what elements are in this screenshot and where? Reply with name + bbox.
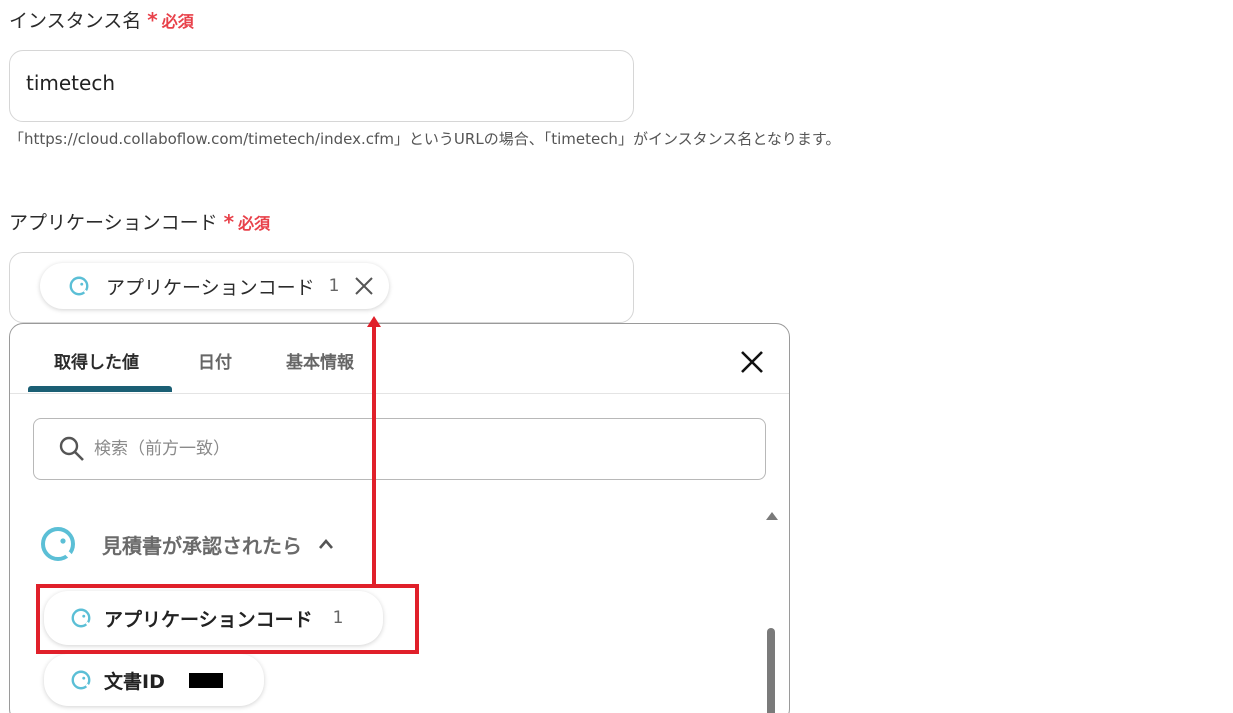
highlight-box bbox=[36, 584, 419, 654]
tab-date[interactable]: 日付 bbox=[198, 348, 232, 373]
group-label: 見積書が承認されたら bbox=[102, 533, 302, 558]
node-icon bbox=[69, 276, 90, 296]
search-icon bbox=[59, 436, 84, 461]
instance-name-help: 「https://cloud.collaboflow.com/timetech/… bbox=[9, 130, 841, 148]
search-input[interactable] bbox=[94, 439, 694, 459]
redacted-value bbox=[189, 673, 223, 688]
required-badge: 必須 bbox=[161, 11, 194, 31]
scroll-up-arrow-icon[interactable] bbox=[766, 512, 778, 520]
instance-name-label: インスタンス名 * 必須 bbox=[9, 6, 194, 33]
search-box[interactable] bbox=[33, 418, 766, 480]
chevron-up-icon[interactable] bbox=[316, 534, 336, 554]
chip-count: 1 bbox=[328, 276, 340, 296]
node-icon bbox=[41, 527, 76, 562]
instance-name-input[interactable]: timetech bbox=[9, 50, 634, 122]
chip-label: アプリケーションコード bbox=[106, 276, 315, 299]
highlight-arrow-line bbox=[372, 326, 376, 584]
highlight-arrow-head-icon bbox=[367, 316, 381, 327]
tab-basic-info[interactable]: 基本情報 bbox=[286, 348, 354, 373]
active-tab-indicator bbox=[28, 386, 172, 392]
instance-name-value[interactable]: timetech bbox=[26, 71, 115, 95]
tab-acquired-values[interactable]: 取得した値 bbox=[54, 348, 139, 373]
scroll-thumb[interactable] bbox=[767, 628, 775, 713]
required-badge: 必須 bbox=[238, 213, 271, 233]
instance-name-label-text: インスタンス名 bbox=[9, 10, 142, 32]
node-icon bbox=[71, 670, 92, 690]
required-star-icon: * bbox=[223, 209, 235, 234]
application-code-value-chip[interactable]: アプリケーションコード 1 bbox=[40, 263, 390, 309]
scrollbar[interactable] bbox=[762, 510, 778, 713]
picker-item-document-id[interactable]: 文書ID bbox=[44, 654, 264, 706]
remove-chip-icon[interactable] bbox=[353, 275, 375, 297]
application-code-label-text: アプリケーションコード bbox=[9, 212, 218, 234]
picker-item-label: 文書ID bbox=[104, 670, 165, 693]
required-star-icon: * bbox=[147, 7, 158, 32]
trigger-group-header[interactable]: 見積書が承認されたら bbox=[38, 524, 336, 564]
application-code-label: アプリケーションコード * 必須 bbox=[9, 208, 270, 235]
close-icon[interactable] bbox=[738, 348, 766, 376]
picker-tabs: 取得した値 日付 基本情報 bbox=[10, 324, 789, 394]
